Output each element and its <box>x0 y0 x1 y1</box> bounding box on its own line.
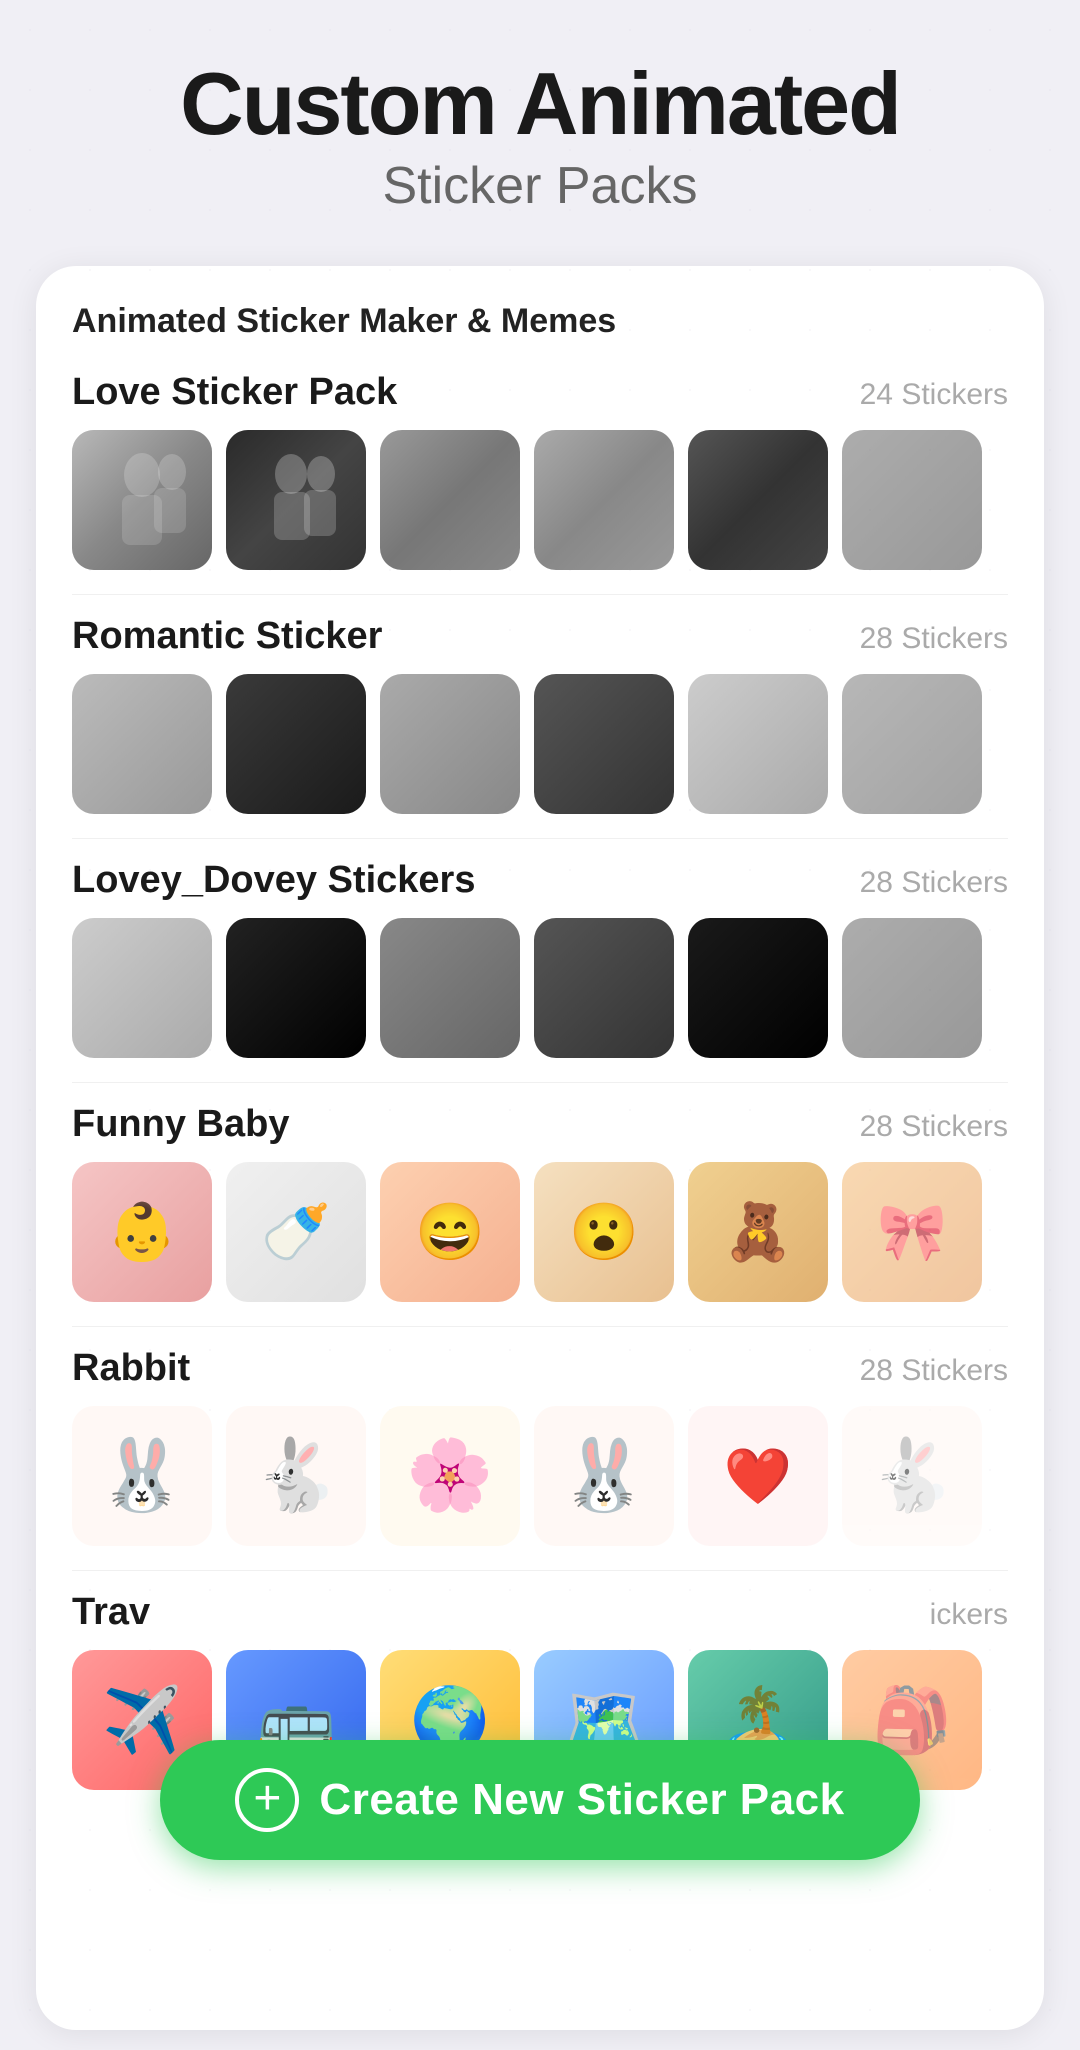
divider <box>72 1082 1008 1083</box>
sticker-thumb[interactable]: 👶 <box>72 1162 212 1302</box>
sticker-thumb[interactable]: 🧸 <box>688 1162 828 1302</box>
sticker-thumb[interactable] <box>842 674 982 814</box>
sticker-thumb[interactable]: 😄 <box>380 1162 520 1302</box>
sticker-thumb[interactable]: ❤️ <box>688 1406 828 1546</box>
pack-baby-name: Funny Baby <box>72 1103 289 1146</box>
sticker-thumb[interactable] <box>72 918 212 1058</box>
pack-romantic-name: Romantic Sticker <box>72 615 382 658</box>
sticker-thumb[interactable] <box>72 674 212 814</box>
sticker-thumb[interactable] <box>688 430 828 570</box>
sticker-thumb[interactable] <box>842 430 982 570</box>
pack-rabbit-row[interactable]: 🐰 🐇 🌸 🐰 ❤️ 🐇 <box>36 1406 1044 1546</box>
sticker-thumb[interactable]: 🐇 <box>842 1406 982 1546</box>
pack-baby-count: 28 Stickers <box>860 1110 1008 1144</box>
pack-baby-row[interactable]: 👶 🍼 😄 😮 <box>36 1162 1044 1302</box>
pack-love-row[interactable] <box>36 430 1044 570</box>
pack-romantic: Romantic Sticker 28 Stickers <box>36 615 1044 814</box>
sticker-thumb[interactable] <box>688 918 828 1058</box>
sticker-thumb[interactable] <box>534 674 674 814</box>
create-new-sticker-pack-button[interactable]: Create New Sticker Pack <box>160 1740 920 1860</box>
divider <box>72 1570 1008 1571</box>
sticker-thumb[interactable] <box>534 430 674 570</box>
sticker-thumb[interactable]: 🐰 <box>534 1406 674 1546</box>
create-button-label: Create New Sticker Pack <box>319 1775 844 1825</box>
pack-rabbit-count: 28 Stickers <box>860 1354 1008 1388</box>
create-button-wrapper: Create New Sticker Pack <box>160 1740 920 1860</box>
app-header: Custom Animated Sticker Packs <box>0 0 1080 246</box>
pack-love: Love Sticker Pack 24 Stickers <box>36 371 1044 570</box>
pack-travel-count: ickers <box>930 1598 1008 1632</box>
pack-lovey-row[interactable] <box>36 918 1044 1058</box>
pack-love-name: Love Sticker Pack <box>72 371 397 414</box>
pack-lovey: Lovey_Dovey Stickers 28 Stickers <box>36 859 1044 1058</box>
divider <box>72 1326 1008 1327</box>
plus-circle-icon <box>235 1768 299 1832</box>
sticker-thumb[interactable] <box>842 918 982 1058</box>
app-title: Animated Sticker Maker & Memes <box>36 302 1044 371</box>
sticker-thumb[interactable] <box>688 674 828 814</box>
divider <box>72 838 1008 839</box>
pack-love-count: 24 Stickers <box>860 378 1008 412</box>
page-title-line1: Custom Animated <box>40 60 1040 148</box>
sticker-thumb[interactable] <box>380 430 520 570</box>
sticker-thumb[interactable]: 🐰 <box>72 1406 212 1546</box>
pack-rabbit-name: Rabbit <box>72 1347 190 1390</box>
sticker-thumb[interactable]: 🐇 <box>226 1406 366 1546</box>
sticker-thumb[interactable] <box>226 430 366 570</box>
sticker-thumb[interactable] <box>534 918 674 1058</box>
pack-romantic-count: 28 Stickers <box>860 622 1008 656</box>
sticker-thumb[interactable] <box>380 674 520 814</box>
pack-travel-name: Trav <box>72 1591 150 1634</box>
page-title-line2: Sticker Packs <box>40 156 1040 216</box>
divider <box>72 594 1008 595</box>
pack-lovey-name: Lovey_Dovey Stickers <box>72 859 475 902</box>
sticker-thumb[interactable]: 😮 <box>534 1162 674 1302</box>
sticker-thumb[interactable] <box>226 918 366 1058</box>
pack-romantic-row[interactable] <box>36 674 1044 814</box>
pack-baby: Funny Baby 28 Stickers 👶 🍼 😄 <box>36 1103 1044 1302</box>
sticker-thumb[interactable]: 🍼 <box>226 1162 366 1302</box>
pack-lovey-count: 28 Stickers <box>860 866 1008 900</box>
pack-rabbit: Rabbit 28 Stickers 🐰 🐇 🌸 🐰 ❤️ 🐇 <box>36 1347 1044 1546</box>
sticker-thumb[interactable] <box>72 430 212 570</box>
sticker-thumb[interactable] <box>226 674 366 814</box>
sticker-thumb[interactable]: 🎀 <box>842 1162 982 1302</box>
sticker-thumb[interactable]: 🌸 <box>380 1406 520 1546</box>
sticker-thumb[interactable] <box>380 918 520 1058</box>
